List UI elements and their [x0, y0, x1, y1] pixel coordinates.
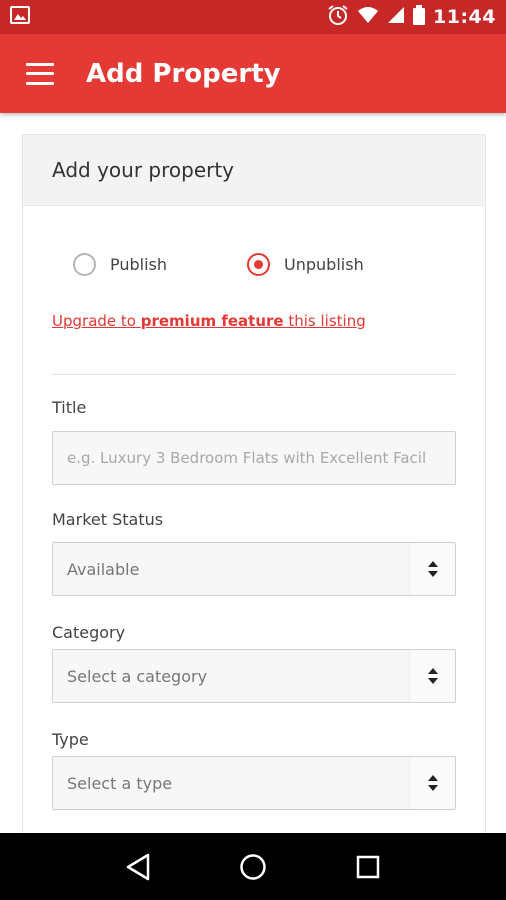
home-icon[interactable] [233, 847, 273, 887]
app-bar: Add Property [0, 34, 506, 113]
signal-icon [387, 6, 405, 28]
page-title: Add Property [86, 58, 281, 89]
sort-arrows-icon [409, 757, 455, 809]
unpublish-radio[interactable] [247, 253, 271, 276]
content-area: Add your property Publish Unpublish Upgr… [0, 113, 506, 833]
back-icon[interactable] [118, 847, 158, 887]
image-icon [10, 6, 30, 28]
market-status-value: Available [67, 559, 140, 579]
sort-arrows-icon [409, 543, 455, 595]
category-value: Select a category [67, 666, 208, 686]
publish-option[interactable]: Publish [73, 253, 167, 276]
upgrade-link-suffix: this listing [283, 312, 366, 330]
unpublish-label: Unpublish [284, 255, 364, 274]
market-status-label: Market Status [52, 510, 164, 529]
sort-arrows-icon [409, 650, 455, 702]
category-select[interactable]: Select a category [52, 649, 456, 703]
alarm-icon [327, 4, 349, 30]
title-input[interactable] [52, 431, 456, 485]
type-select[interactable]: Select a type [52, 756, 456, 810]
upgrade-link-bold: premium feature [140, 312, 284, 330]
battery-icon [413, 5, 426, 29]
status-bar: 11:44 [0, 0, 506, 34]
type-label: Type [52, 730, 89, 749]
title-label: Title [52, 398, 87, 417]
upgrade-link-prefix: Upgrade to [52, 312, 141, 330]
recents-icon[interactable] [348, 847, 388, 887]
system-nav-bar [0, 833, 506, 900]
publish-radio-group: Publish Unpublish [73, 253, 364, 276]
screen: 11:44 Add Property Add your property Pub… [0, 0, 506, 900]
type-value: Select a type [67, 773, 173, 793]
status-time: 11:44 [433, 6, 496, 28]
market-status-select[interactable]: Available [52, 542, 456, 596]
category-label: Category [52, 623, 126, 642]
divider [52, 374, 456, 375]
property-form-card: Add your property Publish Unpublish Upgr… [22, 134, 486, 833]
publish-radio[interactable] [73, 253, 96, 276]
publish-label: Publish [110, 255, 168, 274]
menu-icon[interactable] [26, 62, 54, 85]
unpublish-option[interactable]: Unpublish [247, 253, 364, 276]
card-header: Add your property [23, 135, 485, 206]
wifi-icon [357, 6, 379, 28]
upgrade-premium-link[interactable]: Upgrade to premium feature this listing [52, 312, 366, 330]
